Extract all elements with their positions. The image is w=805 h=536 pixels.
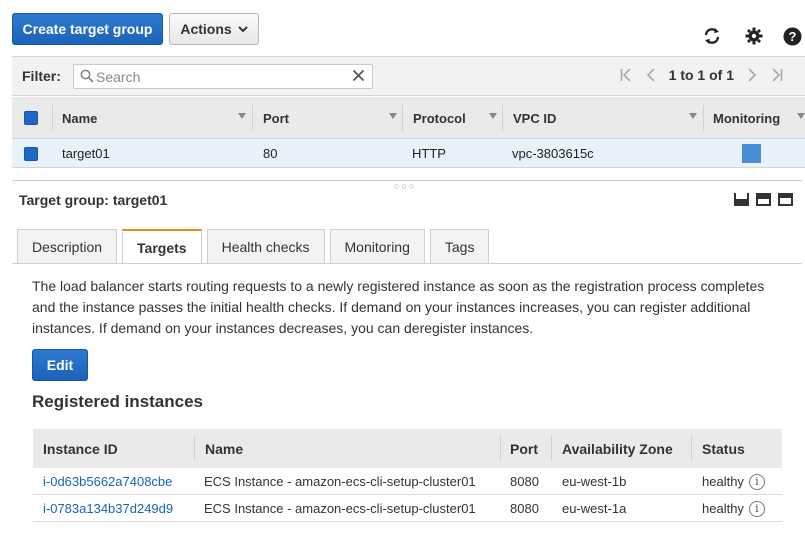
- clear-icon[interactable]: [352, 69, 365, 82]
- column-header-name[interactable]: Name: [62, 97, 252, 139]
- row-name: target01: [62, 146, 110, 161]
- table-row: i-0783a134b37d249d9 ECS Instance - amazo…: [33, 495, 782, 522]
- column-header-label: Port: [263, 110, 289, 126]
- sort-icon: [489, 113, 497, 119]
- tab-description[interactable]: Description: [17, 229, 118, 263]
- gear-icon[interactable]: [744, 26, 764, 46]
- first-page-icon[interactable]: [620, 68, 632, 82]
- pagination-count: 1 to 1 of 1: [668, 67, 734, 83]
- info-icon[interactable]: i: [748, 500, 765, 517]
- next-page-icon[interactable]: [748, 68, 757, 82]
- tab-tags[interactable]: Tags: [429, 229, 490, 263]
- column-header-label: Monitoring: [713, 110, 781, 126]
- chevron-down-icon: [237, 25, 248, 32]
- actions-label: Actions: [180, 21, 232, 37]
- registered-instances-title: Registered instances: [32, 392, 204, 411]
- table-row: i-0d63b5662a7408cbe ECS Instance - amazo…: [33, 468, 782, 495]
- column-header-port[interactable]: Port: [263, 97, 403, 139]
- table-row[interactable]: target01 80 HTTP vpc-3803615c: [12, 139, 805, 168]
- instance-port: 8080: [510, 474, 539, 489]
- filter-label: Filter:: [22, 68, 61, 84]
- prev-page-icon[interactable]: [646, 68, 655, 82]
- instance-id-link[interactable]: i-0d63b5662a7408cbe: [43, 468, 172, 495]
- panel-minimize-icon[interactable]: [734, 193, 749, 206]
- target-groups-table-header: Name Port Protocol VPC ID Monitoring: [12, 97, 805, 139]
- actions-dropdown-button[interactable]: Actions: [169, 13, 259, 45]
- column-header-label: VPC ID: [513, 110, 557, 126]
- column-header-status[interactable]: Status: [702, 429, 745, 468]
- tabs-divider: [12, 263, 802, 264]
- column-header-instance-id[interactable]: Instance ID: [43, 429, 118, 468]
- column-header-instance-port[interactable]: Port: [510, 429, 538, 468]
- targets-description: The load balancer starts routing request…: [32, 278, 765, 336]
- row-port: 80: [263, 146, 278, 161]
- tab-targets[interactable]: Targets: [122, 229, 202, 264]
- row-vpc-id: vpc-3803615c: [512, 146, 594, 161]
- help-icon[interactable]: ?: [782, 26, 802, 46]
- row-protocol: HTTP: [412, 146, 446, 161]
- detail-tabs: Description Targets Health checks Monito…: [17, 229, 490, 264]
- detail-title: Target group: target01: [19, 192, 168, 208]
- instance-status: healthy i: [702, 495, 765, 522]
- create-target-group-button[interactable]: Create target group: [12, 13, 163, 45]
- panel-half-icon[interactable]: [756, 193, 771, 206]
- select-all-checkbox[interactable]: [24, 97, 42, 139]
- refresh-icon[interactable]: [702, 26, 722, 46]
- resize-handle-icon[interactable]: ○○○: [394, 181, 416, 191]
- instance-az: eu-west-1b: [562, 474, 627, 489]
- column-header-label: Name: [62, 110, 98, 126]
- instance-name: ECS Instance - amazon-ecs-cli-setup-clus…: [204, 501, 476, 516]
- sort-icon: [238, 113, 246, 119]
- tab-health-checks[interactable]: Health checks: [206, 229, 325, 263]
- pagination: 1 to 1 of 1: [620, 67, 783, 83]
- instance-port: 8080: [510, 501, 539, 516]
- column-header-availability-zone[interactable]: Availability Zone: [562, 429, 673, 468]
- panel-view-controls: [734, 193, 793, 206]
- row-checkbox[interactable]: [24, 139, 38, 168]
- info-icon[interactable]: i: [748, 473, 765, 490]
- svg-text:?: ?: [788, 29, 796, 44]
- search-box[interactable]: [73, 64, 373, 89]
- panel-maximize-icon[interactable]: [778, 193, 793, 206]
- instances-table-header: Instance ID Name Port Availability Zone …: [33, 429, 782, 468]
- column-header-vpc-id[interactable]: VPC ID: [513, 97, 703, 139]
- last-page-icon[interactable]: [771, 68, 783, 82]
- search-icon: [80, 69, 94, 83]
- filter-bar: Filter: 1 to 1 of 1: [12, 56, 805, 96]
- status-label: healthy: [702, 501, 744, 516]
- column-header-protocol[interactable]: Protocol: [413, 97, 503, 139]
- column-header-monitoring[interactable]: Monitoring: [713, 97, 805, 139]
- monitoring-icon[interactable]: [742, 139, 761, 168]
- instance-az: eu-west-1a: [562, 501, 627, 516]
- edit-button[interactable]: Edit: [32, 349, 88, 381]
- search-input[interactable]: [96, 67, 346, 87]
- sort-icon: [689, 113, 697, 119]
- instance-id-link[interactable]: i-0783a134b37d249d9: [43, 495, 173, 522]
- status-label: healthy: [702, 474, 744, 489]
- tab-monitoring[interactable]: Monitoring: [329, 229, 425, 263]
- column-header-instance-name[interactable]: Name: [205, 429, 243, 468]
- instance-status: healthy i: [702, 468, 765, 495]
- instance-name: ECS Instance - amazon-ecs-cli-setup-clus…: [204, 474, 476, 489]
- column-header-label: Protocol: [413, 110, 466, 126]
- sort-icon: [797, 113, 805, 119]
- sort-icon: [389, 113, 397, 119]
